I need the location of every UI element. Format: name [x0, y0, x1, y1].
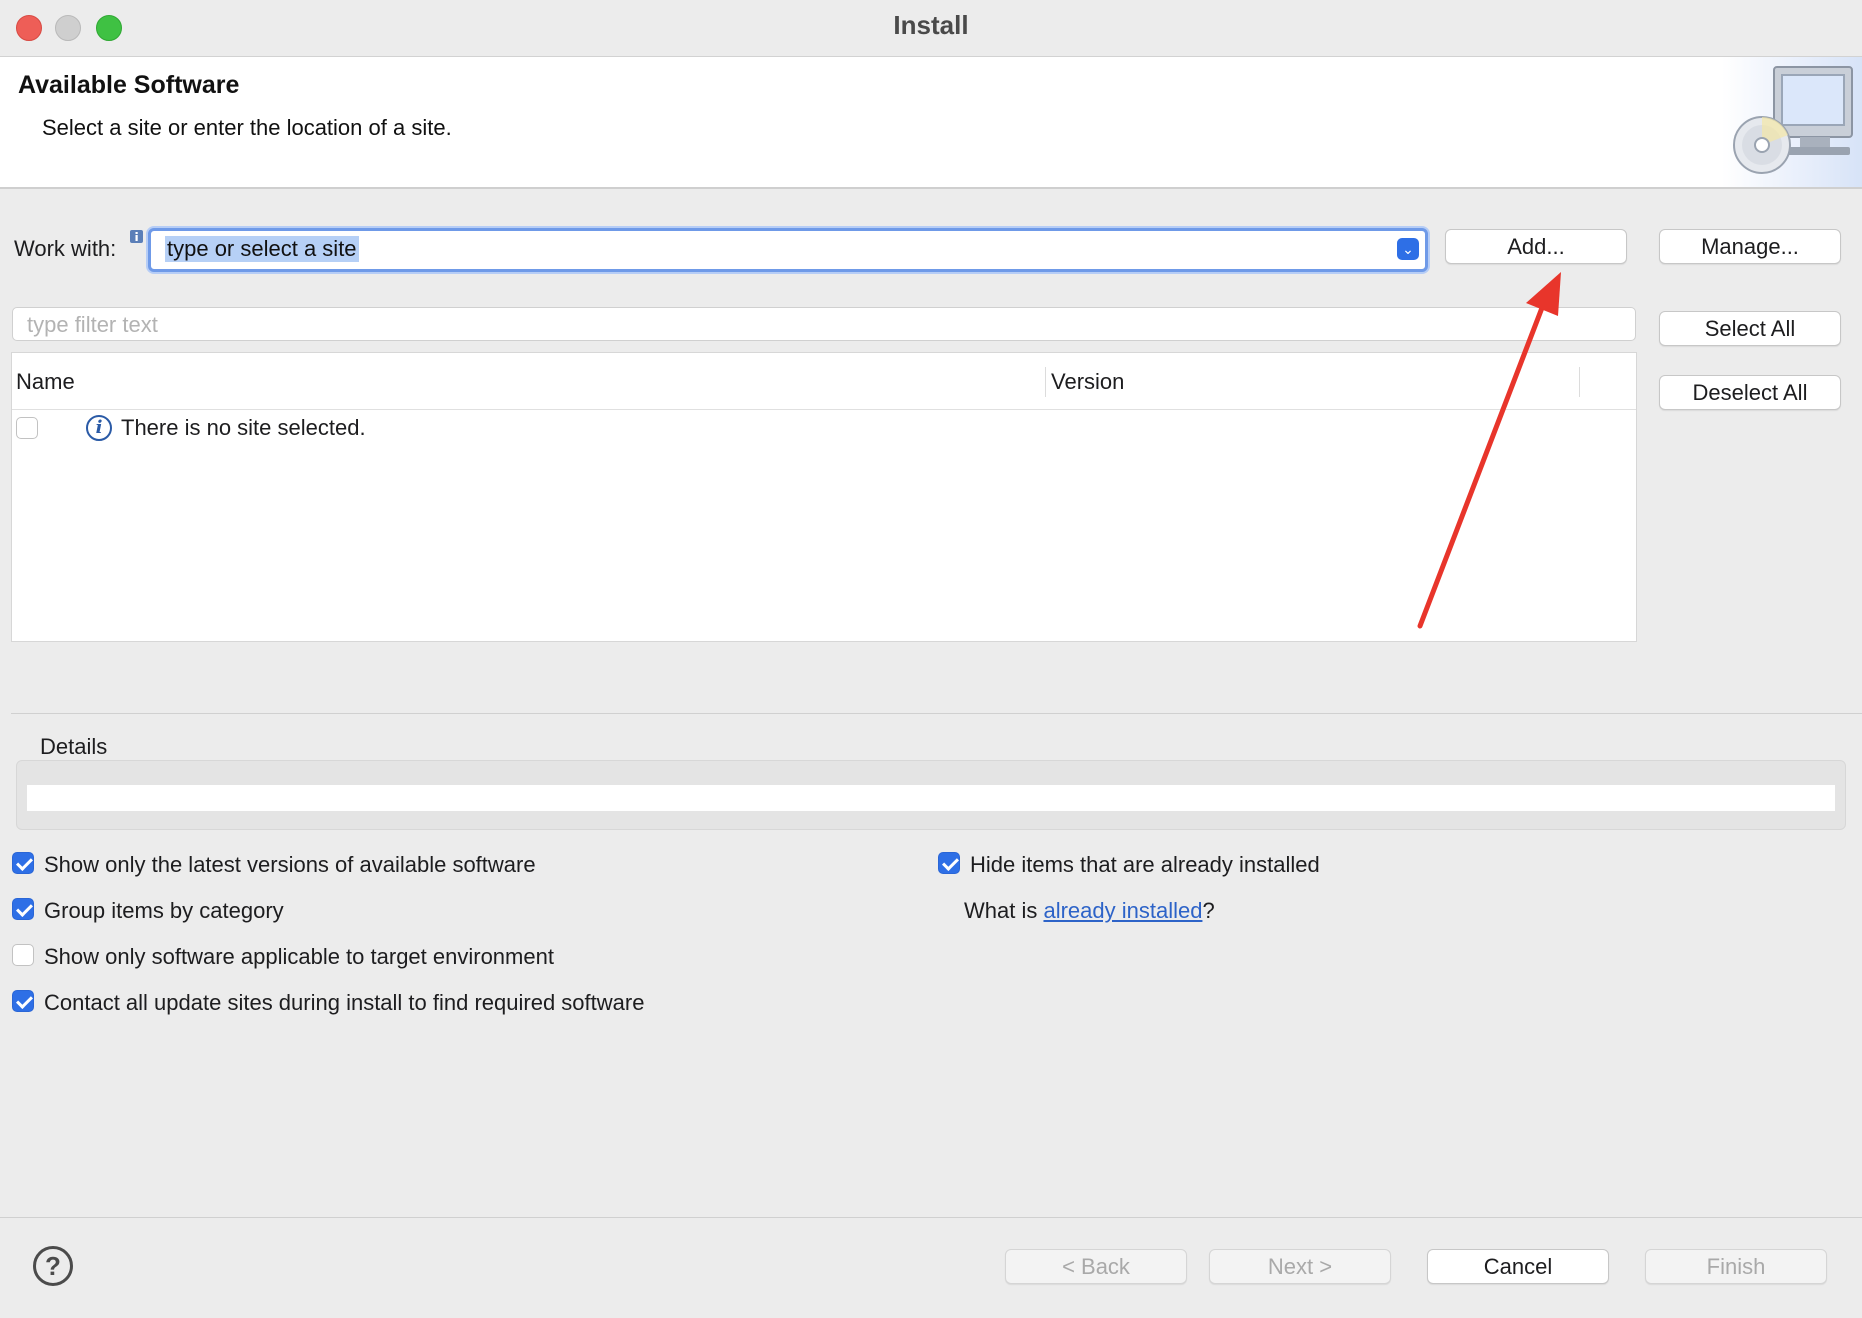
option-contact-update-sites[interactable]: Contact all update sites during install …	[12, 990, 912, 1016]
details-text-area[interactable]	[27, 785, 1835, 811]
header-divider	[12, 409, 1636, 410]
select-all-button[interactable]: Select All	[1659, 311, 1841, 346]
monitor-cd-icon	[1733, 66, 1853, 174]
option-latest-versions[interactable]: Show only the latest versions of availab…	[12, 852, 912, 878]
hide-installed-checkbox[interactable]	[938, 852, 960, 874]
contact-update-sites-checkbox[interactable]	[12, 990, 34, 1012]
group-by-category-checkbox[interactable]	[12, 898, 34, 920]
option-hide-installed[interactable]: Hide items that are already installed	[938, 852, 1638, 878]
deselect-all-button[interactable]: Deselect All	[1659, 375, 1841, 410]
filter-input[interactable]: type filter text	[12, 307, 1636, 341]
row-checkbox[interactable]	[16, 417, 38, 439]
add-site-button[interactable]: Add...	[1445, 229, 1627, 264]
wizard-banner: Available Software Select a site or ente…	[0, 57, 1862, 189]
window-title: Install	[893, 10, 969, 40]
what-is-prefix: What is	[964, 898, 1044, 923]
annotation-arrow-overlay	[1417, 272, 1561, 629]
target-environment-checkbox[interactable]	[12, 944, 34, 966]
table-row[interactable]: i There is no site selected.	[12, 413, 1636, 447]
filter-placeholder: type filter text	[27, 312, 158, 337]
hide-installed-label: Hide items that are already installed	[970, 852, 1320, 877]
back-button[interactable]: < Back	[1005, 1249, 1187, 1284]
details-panel	[16, 760, 1846, 830]
finish-button[interactable]: Finish	[1645, 1249, 1827, 1284]
column-header-name[interactable]: Name	[16, 369, 75, 395]
chevron-down-icon[interactable]: ⌄	[1397, 238, 1419, 260]
column-header-version[interactable]: Version	[1051, 369, 1124, 395]
title-bar: Install	[0, 0, 1862, 57]
column-separator[interactable]	[1045, 367, 1046, 397]
section-divider	[11, 713, 1862, 714]
cancel-button[interactable]: Cancel	[1427, 1249, 1609, 1284]
software-table: Name Version i There is no site selected…	[11, 352, 1637, 642]
manage-sites-button[interactable]: Manage...	[1659, 229, 1841, 264]
latest-versions-checkbox[interactable]	[12, 852, 34, 874]
already-installed-link[interactable]: already installed	[1043, 898, 1202, 923]
info-hint-icon	[130, 230, 143, 243]
help-icon[interactable]: ?	[33, 1246, 73, 1286]
row-text: There is no site selected.	[121, 415, 366, 440]
what-is-suffix: ?	[1202, 898, 1215, 923]
work-with-value[interactable]: type or select a site	[165, 236, 359, 262]
info-icon: i	[86, 415, 112, 441]
install-wizard-graphic	[1722, 57, 1862, 187]
page-description: Select a site or enter the location of a…	[42, 115, 452, 140]
latest-versions-label: Show only the latest versions of availab…	[44, 852, 536, 877]
option-target-environment[interactable]: Show only software applicable to target …	[12, 944, 912, 970]
option-group-by-category[interactable]: Group items by category	[12, 898, 912, 924]
what-is-installed-text: What is already installed?	[964, 898, 1215, 924]
column-separator[interactable]	[1579, 367, 1580, 397]
footer-divider	[0, 1217, 1862, 1218]
contact-update-sites-label: Contact all update sites during install …	[44, 990, 645, 1015]
page-title: Available Software	[18, 71, 240, 99]
details-label: Details	[40, 734, 108, 759]
target-environment-label: Show only software applicable to target …	[44, 944, 554, 969]
next-button[interactable]: Next >	[1209, 1249, 1391, 1284]
work-with-combo[interactable]: type or select a site ⌄	[148, 228, 1428, 272]
work-with-label: Work with:	[14, 236, 117, 261]
group-by-category-label: Group items by category	[44, 898, 284, 923]
